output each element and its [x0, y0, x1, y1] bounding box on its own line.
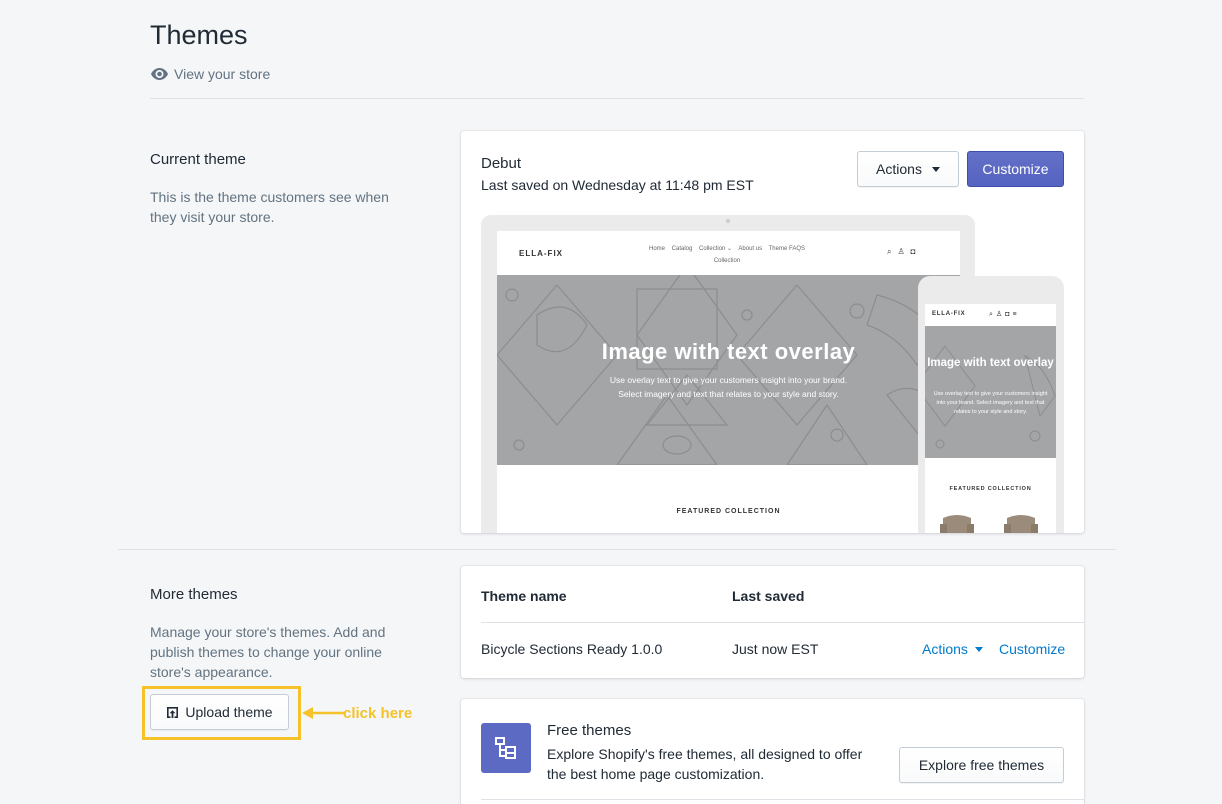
chair-image: [1004, 515, 1038, 533]
view-store-link[interactable]: View your store: [151, 66, 270, 82]
more-themes-desc: Manage your store's themes. Add and publ…: [150, 624, 386, 680]
preview-nav: Home Catalog Collection ⌄ About us Theme…: [627, 243, 827, 267]
card-divider: [481, 799, 1084, 800]
customize-button[interactable]: Customize: [967, 151, 1064, 187]
user-icon: ♙: [995, 311, 1006, 318]
theme-row-saved: Just now EST: [732, 641, 819, 657]
theme-icon: [481, 723, 531, 773]
click-here-annotation: click here: [343, 705, 413, 722]
actions-button[interactable]: Actions: [857, 151, 959, 187]
preview-hero-text: Use overlay text to give your customers …: [497, 373, 960, 401]
chair-image: [940, 515, 974, 533]
view-store-label: View your store: [174, 66, 271, 82]
mobile-header-icons: ⌕♙◘≡: [989, 310, 1020, 319]
user-icon: ♙: [897, 247, 911, 256]
preview-nav-line2: Collection: [713, 258, 741, 264]
eye-icon: [151, 68, 168, 80]
theme-row-name: Bicycle Sections Ready 1.0.0: [481, 641, 663, 657]
caret-down-icon: [974, 646, 983, 652]
desktop-screen: ELLA-FIX Home Catalog Collection ⌄ About…: [497, 231, 960, 533]
col-theme-name: Theme name: [481, 588, 567, 604]
desktop-preview: ELLA-FIX Home Catalog Collection ⌄ About…: [481, 215, 975, 533]
row-actions-link[interactable]: Actions: [922, 641, 983, 657]
actions-label: Actions: [876, 161, 922, 177]
current-theme-name: Debut: [481, 155, 522, 172]
current-theme-card: Debut Last saved on Wednesday at 11:48 p…: [461, 131, 1084, 533]
search-icon: ⌕: [989, 311, 996, 318]
mobile-featured: FEATURED COLLECTION: [949, 486, 1032, 492]
search-icon: ⌕: [887, 247, 898, 256]
row-customize-link[interactable]: Customize: [999, 641, 1065, 657]
menu-icon: ≡: [1012, 311, 1020, 318]
page-title: Themes: [150, 20, 248, 50]
caret-down-icon: [931, 166, 940, 172]
upload-theme-label: Upload theme: [185, 704, 273, 720]
free-themes-card: Free themes Explore Shopify's free theme…: [461, 699, 1084, 804]
preview-logo: ELLA-FIX: [519, 249, 563, 258]
mobile-hero: Image with text overlay Use overlay text…: [925, 326, 1056, 458]
themes-table-card: Theme name Last saved Bicycle Sections R…: [461, 566, 1084, 678]
divider: [150, 98, 1084, 99]
free-themes-desc: Explore Shopify's free themes, all desig…: [547, 746, 863, 782]
table-divider: [481, 622, 1084, 623]
upload-theme-button[interactable]: Upload theme: [150, 694, 289, 730]
preview-hero-text-2: Select imagery and text that relates to …: [618, 389, 839, 399]
mobile-hero-text: Use overlay text to give your customers …: [933, 391, 1048, 415]
current-theme-desc: This is the theme customers see when the…: [150, 189, 389, 225]
camera-dot: [726, 219, 730, 223]
section-divider: [118, 549, 1116, 550]
hero-illustration: [497, 275, 948, 465]
mobile-preview: ELLA-FIX ⌕♙◘≡ Image with text overlay Us…: [918, 276, 1064, 533]
theme-glyph: [495, 737, 516, 759]
free-themes-title: Free themes: [547, 722, 632, 739]
theme-preview[interactable]: ELLA-FIX Home Catalog Collection ⌄ About…: [481, 215, 1085, 533]
current-theme-saved: Last saved on Wednesday at 11:48 pm EST: [481, 177, 754, 193]
preview-featured: FEATURED COLLECTION: [676, 508, 781, 515]
preview-nav-line1: Home Catalog Collection ⌄ About us Theme…: [649, 246, 805, 252]
preview-hero: Image with text overlay Use overlay text…: [497, 275, 960, 465]
col-last-saved: Last saved: [732, 588, 805, 604]
current-theme-title: Current theme: [150, 151, 246, 168]
preview-header-icons: ⌕♙◘: [887, 247, 922, 257]
row-actions-label: Actions: [922, 641, 968, 657]
preview-hero-text-1: Use overlay text to give your customers …: [609, 375, 848, 385]
mobile-logo: ELLA-FIX: [932, 311, 966, 317]
more-themes-title: More themes: [150, 586, 238, 603]
upload-icon: [167, 706, 179, 718]
arrow-left-icon: [302, 707, 344, 719]
mobile-hero-title: Image with text overlay: [927, 357, 1054, 369]
bag-icon: ◘: [910, 247, 922, 256]
preview-hero-title: Image with text overlay: [601, 339, 856, 364]
mobile-screen: ELLA-FIX ⌕♙◘≡ Image with text overlay Us…: [925, 304, 1056, 533]
explore-free-themes-button[interactable]: Explore free themes: [899, 747, 1064, 783]
